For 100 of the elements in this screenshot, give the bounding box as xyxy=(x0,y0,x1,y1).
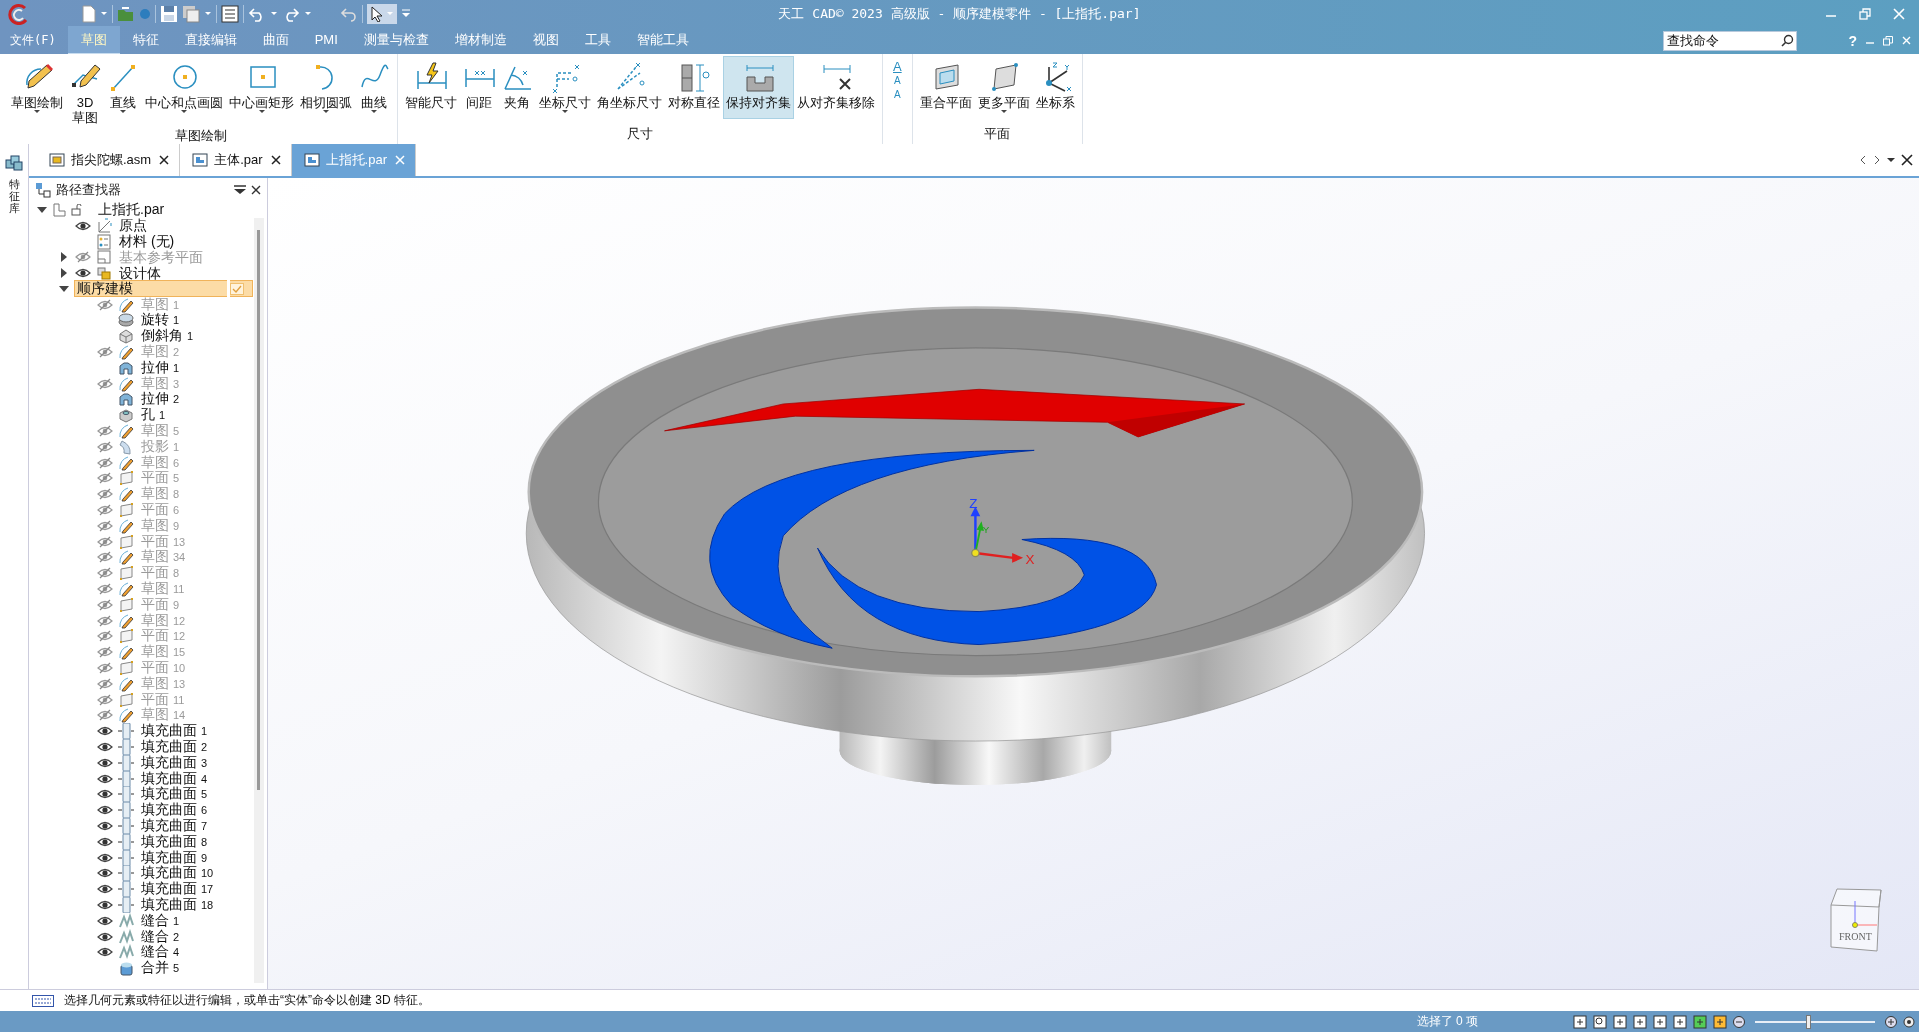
tree-item[interactable]: 填充曲面 3 xyxy=(138,753,210,772)
previous-view-icon[interactable] xyxy=(1673,1014,1687,1029)
tree-item[interactable]: 缝合 1 xyxy=(138,911,182,930)
tree-item[interactable]: 旋转 1 xyxy=(138,311,182,330)
zoom-out-icon[interactable] xyxy=(1733,1015,1745,1028)
ribbon-command-button[interactable]: 重合平面 xyxy=(916,56,975,119)
tree-item[interactable]: 填充曲面 18 xyxy=(138,895,217,914)
ribbon-command-button[interactable]: 角坐标尺寸 xyxy=(594,56,665,119)
text-style-button[interactable]: A xyxy=(894,88,901,102)
tree-item[interactable]: 填充曲面 8 xyxy=(138,832,210,851)
hidden-eye-icon[interactable] xyxy=(97,646,113,659)
tree-item[interactable]: 合并 5 xyxy=(138,959,182,978)
ribbon-command-button[interactable]: 保持对齐集 xyxy=(723,56,794,119)
close-icon[interactable] xyxy=(157,153,172,167)
ribbon-command-button[interactable]: 曲线 xyxy=(355,56,393,119)
hidden-eye-icon[interactable] xyxy=(97,630,113,643)
eye-icon[interactable] xyxy=(97,883,113,896)
side-panel-tab[interactable]: 特征库 xyxy=(8,178,20,215)
feature-library-icon[interactable] xyxy=(5,154,23,172)
hidden-eye-icon[interactable] xyxy=(97,519,113,532)
ribbon-command-button[interactable]: 对称直径 xyxy=(665,56,723,119)
hidden-eye-icon[interactable] xyxy=(97,693,113,706)
zoom-in-icon[interactable] xyxy=(1885,1015,1897,1028)
ribbon-command-button[interactable]: 中心和点画圆 xyxy=(142,56,226,119)
customize-caret-icon[interactable] xyxy=(401,8,411,19)
search-field[interactable]: 查找命令 xyxy=(1663,30,1798,51)
ribbon-command-button[interactable]: 更多平面 xyxy=(974,56,1033,119)
eye-icon[interactable] xyxy=(97,819,113,832)
eye-icon[interactable] xyxy=(97,930,113,943)
caret-icon[interactable] xyxy=(562,110,568,114)
zoom-icon[interactable] xyxy=(1593,1014,1607,1029)
caret-icon[interactable] xyxy=(1887,156,1895,164)
zoom-area-icon[interactable] xyxy=(1613,1014,1627,1029)
hidden-eye-icon[interactable] xyxy=(97,504,113,517)
eye-icon[interactable] xyxy=(97,741,113,753)
eye-icon[interactable] xyxy=(97,851,113,864)
panel-menu-icon[interactable] xyxy=(234,185,246,195)
eye-icon[interactable] xyxy=(97,756,113,769)
collapse-triangle-icon[interactable] xyxy=(37,204,47,215)
eye-icon[interactable] xyxy=(97,804,113,817)
ribbon-command-button[interactable]: 3D 草图 xyxy=(66,56,104,128)
zoom-slider-thumb[interactable] xyxy=(1806,1014,1811,1029)
collapse-triangle-icon[interactable] xyxy=(59,283,69,294)
close-icon[interactable] xyxy=(268,153,283,167)
caret-icon[interactable] xyxy=(371,110,377,114)
hidden-eye-icon[interactable] xyxy=(97,440,113,453)
render-mode-icon[interactable] xyxy=(1693,1014,1707,1029)
hidden-eye-icon[interactable] xyxy=(97,346,113,359)
ribbon-command-button[interactable]: 智能尺寸 xyxy=(402,56,460,119)
tree-item[interactable]: 拉伸 1 xyxy=(138,358,182,377)
tree-item[interactable]: 倒斜角 1 xyxy=(138,327,196,346)
hidden-eye-icon[interactable] xyxy=(97,614,113,627)
scrollbar[interactable] xyxy=(254,218,264,983)
settings-icon[interactable] xyxy=(1903,1015,1915,1028)
ribbon-command-button[interactable]: 坐标尺寸 xyxy=(536,56,594,119)
hidden-eye-icon[interactable] xyxy=(97,535,113,548)
expand-triangle-icon[interactable] xyxy=(59,268,69,279)
tree-item[interactable]: 原点 xyxy=(116,217,150,235)
tree-item[interactable]: 填充曲面 7 xyxy=(138,817,210,835)
scroll-right-icon[interactable] xyxy=(1873,155,1881,165)
ribbon-command-button[interactable]: 草图绘制 xyxy=(8,56,66,119)
caret-icon[interactable] xyxy=(323,110,329,114)
open-folder-icon[interactable] xyxy=(117,4,135,23)
sketch-view-icon[interactable] xyxy=(1713,1014,1727,1029)
text-style-button[interactable]: A xyxy=(893,60,902,74)
tree-item[interactable]: 材料 (无) xyxy=(116,233,178,250)
eye-icon[interactable] xyxy=(97,946,113,959)
text-style-button[interactable]: A xyxy=(894,74,901,88)
ribbon-command-button[interactable]: 坐标系 xyxy=(1032,56,1078,119)
document-tab[interactable]: 主体.par xyxy=(180,144,292,176)
ribbon-command-button[interactable]: 夹角 xyxy=(498,56,536,119)
tree-item[interactable]: 填充曲面 2 xyxy=(138,738,210,756)
tree-item[interactable]: 孔 1 xyxy=(138,406,168,425)
new-document-icon[interactable] xyxy=(82,4,96,23)
ribbon-command-button[interactable]: 间距 xyxy=(460,56,498,119)
hidden-eye-icon[interactable] xyxy=(97,583,113,595)
save-icon[interactable] xyxy=(160,4,178,23)
tree-item[interactable]: 拉伸 2 xyxy=(138,390,182,409)
save-all-icon[interactable] xyxy=(182,4,200,23)
caret-icon[interactable] xyxy=(34,110,40,114)
hidden-eye-icon[interactable] xyxy=(97,567,113,580)
eye-icon[interactable] xyxy=(97,772,113,785)
caret-icon[interactable] xyxy=(258,110,265,114)
fit-view-icon[interactable] xyxy=(1573,1014,1587,1029)
eye-icon[interactable] xyxy=(97,867,113,880)
restore-icon[interactable] xyxy=(1883,35,1893,46)
eye-icon[interactable] xyxy=(97,914,113,927)
tree-item[interactable]: 设计体 xyxy=(116,264,164,282)
document-tab[interactable]: 指尖陀螺.asm xyxy=(37,144,181,176)
eye-icon[interactable] xyxy=(97,788,113,801)
close-icon[interactable] xyxy=(251,185,261,195)
hidden-eye-icon[interactable] xyxy=(97,377,113,390)
view-cube[interactable] xyxy=(1830,888,1882,952)
hidden-eye-icon[interactable] xyxy=(97,598,113,611)
hidden-eye-icon[interactable] xyxy=(97,425,113,438)
hidden-eye-icon[interactable] xyxy=(97,551,113,564)
tree-item[interactable]: 顺序建模 xyxy=(74,280,227,298)
hidden-eye-icon[interactable] xyxy=(97,456,113,469)
scroll-left-icon[interactable] xyxy=(1859,155,1867,165)
ribbon-command-button[interactable]: 直线 xyxy=(104,56,142,119)
